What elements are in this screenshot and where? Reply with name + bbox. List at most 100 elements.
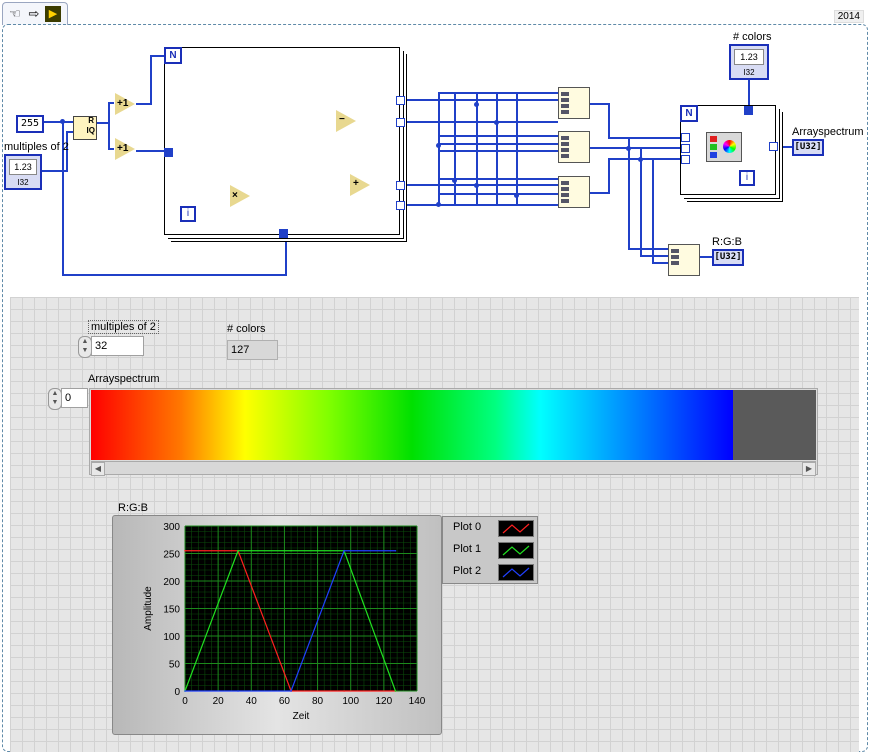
colors-terminal: 1.23 I32 bbox=[729, 44, 769, 80]
arrayspectrum-intensity-graph: ◀ ▶ bbox=[89, 388, 818, 476]
loop2-input-tunnel-1 bbox=[681, 133, 690, 142]
version-label: 2014 bbox=[833, 10, 864, 23]
graph-label: R:G:B bbox=[118, 502, 148, 514]
loop2-input-tunnel-3 bbox=[681, 155, 690, 164]
bundle-node-4[interactable] bbox=[668, 244, 700, 276]
colors-terminal-label: # colors bbox=[733, 31, 772, 43]
loop-output-tunnel-3 bbox=[396, 181, 405, 190]
loop-bottom-tunnel bbox=[279, 229, 288, 238]
toolbar: ☜ ⇨ ▶ bbox=[2, 2, 68, 25]
multiply-symbol: × bbox=[232, 190, 238, 201]
const-255[interactable]: 255 bbox=[16, 115, 45, 133]
legend-line-swatch-icon bbox=[498, 564, 534, 581]
array-index-increment-decrement[interactable]: ▲ ▼ bbox=[48, 388, 62, 410]
multiples-input[interactable]: 32 bbox=[91, 336, 144, 356]
loop-output-tunnel-4 bbox=[396, 201, 405, 210]
x-tick-label: 60 bbox=[279, 696, 291, 707]
y-tick-label: 0 bbox=[174, 687, 180, 698]
multiples-label: multiples of 2 bbox=[88, 320, 159, 334]
plot-legend: Plot 0 Plot 1 Plot 2 bbox=[442, 516, 538, 584]
rgb-terminal-label: R:G:B bbox=[712, 236, 742, 248]
multiples-terminal-label: multiples of 2 bbox=[4, 141, 69, 153]
array-index-input[interactable]: 0 bbox=[61, 388, 88, 408]
multiples-increment-decrement[interactable]: ▲ ▼ bbox=[78, 336, 92, 358]
series-point-1 bbox=[237, 549, 239, 552]
y-tick-label: 250 bbox=[163, 550, 180, 561]
loop-output-tunnel-2 bbox=[396, 118, 405, 127]
rgb-terminal: [U32] bbox=[712, 249, 744, 266]
loop-iteration-terminal-1: i bbox=[180, 206, 196, 222]
y-tick-label: 50 bbox=[169, 660, 181, 671]
spectrum-empty-area bbox=[733, 390, 816, 460]
arrayspectrum-label: Arrayspectrum bbox=[88, 373, 160, 385]
bundle-node-3[interactable] bbox=[558, 176, 590, 208]
increment-symbol-2: +1 bbox=[117, 143, 129, 154]
y-tick-label: 200 bbox=[163, 577, 180, 588]
series-point-1 bbox=[290, 549, 292, 552]
arrow-icon[interactable]: ⇨ bbox=[26, 6, 42, 22]
loop2-input-tunnel-2 bbox=[681, 144, 690, 153]
scroll-right-icon[interactable]: ▶ bbox=[802, 462, 816, 476]
x-tick-label: 100 bbox=[342, 696, 359, 707]
colors-indicator: 127 bbox=[227, 340, 278, 360]
hand-icon[interactable]: ☜ bbox=[7, 6, 23, 22]
increment-symbol-1: +1 bbox=[117, 98, 129, 109]
loop-count-terminal-1: N bbox=[164, 47, 182, 64]
color-spectrum-plot bbox=[91, 390, 733, 460]
y-tick-label: 300 bbox=[163, 522, 180, 533]
scroll-left-icon[interactable]: ◀ bbox=[91, 462, 105, 476]
arrayspectrum-terminal: [U32] bbox=[792, 139, 824, 156]
x-tick-label: 40 bbox=[246, 696, 258, 707]
subtract-symbol: − bbox=[339, 114, 345, 125]
multiples-terminal-type: I32 bbox=[17, 178, 29, 187]
x-tick-label: 140 bbox=[409, 696, 426, 707]
quotient-remainder-node[interactable]: R IQ bbox=[73, 116, 97, 140]
y-axis-label: Amplitude bbox=[143, 586, 154, 631]
loop-iteration-terminal-2: i bbox=[739, 170, 755, 186]
horizontal-scrollbar[interactable]: ◀ ▶ bbox=[91, 461, 816, 476]
loop2-output-tunnel bbox=[769, 142, 778, 151]
loop-input-tunnel bbox=[164, 148, 173, 157]
lightbulb-icon[interactable]: ▶ bbox=[45, 6, 61, 22]
legend-line-swatch-icon bbox=[498, 542, 534, 559]
x-tick-label: 20 bbox=[213, 696, 225, 707]
loop2-top-tunnel bbox=[744, 106, 753, 115]
legend-item-label: Plot 2 bbox=[453, 565, 482, 577]
multiples-terminal[interactable]: 1.23 I32 bbox=[4, 154, 42, 190]
quotient-r-label: R bbox=[88, 116, 94, 125]
quotient-iq-label: IQ bbox=[86, 126, 95, 135]
y-tick-label: 100 bbox=[163, 632, 180, 643]
series-point-1 bbox=[394, 690, 397, 692]
x-tick-label: 80 bbox=[312, 696, 324, 707]
legend-item-plot-0[interactable]: Plot 0 bbox=[443, 517, 537, 539]
multiples-terminal-value: 1.23 bbox=[9, 159, 37, 175]
series-point-0 bbox=[184, 549, 186, 552]
add-symbol: + bbox=[353, 178, 359, 189]
legend-item-plot-1[interactable]: Plot 1 bbox=[443, 539, 537, 561]
legend-line-swatch-icon bbox=[498, 520, 534, 537]
colors-terminal-type: I32 bbox=[743, 68, 755, 77]
series-point-2 bbox=[394, 549, 397, 552]
arrayspectrum-terminal-label: Arrayspectrum bbox=[792, 126, 864, 138]
series-point-2 bbox=[343, 549, 345, 552]
series-point-2 bbox=[290, 690, 292, 692]
x-tick-label: 0 bbox=[182, 696, 188, 707]
colors-label: # colors bbox=[227, 323, 266, 335]
x-axis-label: Zeit bbox=[293, 711, 310, 722]
loop-count-terminal-2: N bbox=[680, 105, 698, 122]
legend-item-label: Plot 1 bbox=[453, 543, 482, 555]
x-tick-label: 120 bbox=[376, 696, 393, 707]
waveform-graph: 0 20 40 60 80 100 120 140 0 50 100 150 200 250 300 Zeit… bbox=[143, 522, 426, 722]
for-loop-1[interactable] bbox=[164, 47, 400, 235]
y-tick-label: 150 bbox=[163, 605, 180, 616]
series-point-2 bbox=[184, 690, 186, 692]
bundle-node-2[interactable] bbox=[558, 131, 590, 163]
colors-terminal-value: 1.23 bbox=[734, 49, 764, 65]
legend-item-plot-2[interactable]: Plot 2 bbox=[443, 561, 537, 583]
series-point-2 bbox=[237, 690, 239, 692]
legend-item-label: Plot 0 bbox=[453, 521, 482, 533]
bundle-node-1[interactable] bbox=[558, 87, 590, 119]
loop-output-tunnel-1 bbox=[396, 96, 405, 105]
series-point-0 bbox=[343, 690, 345, 692]
rgb-to-color-node[interactable] bbox=[706, 132, 742, 162]
